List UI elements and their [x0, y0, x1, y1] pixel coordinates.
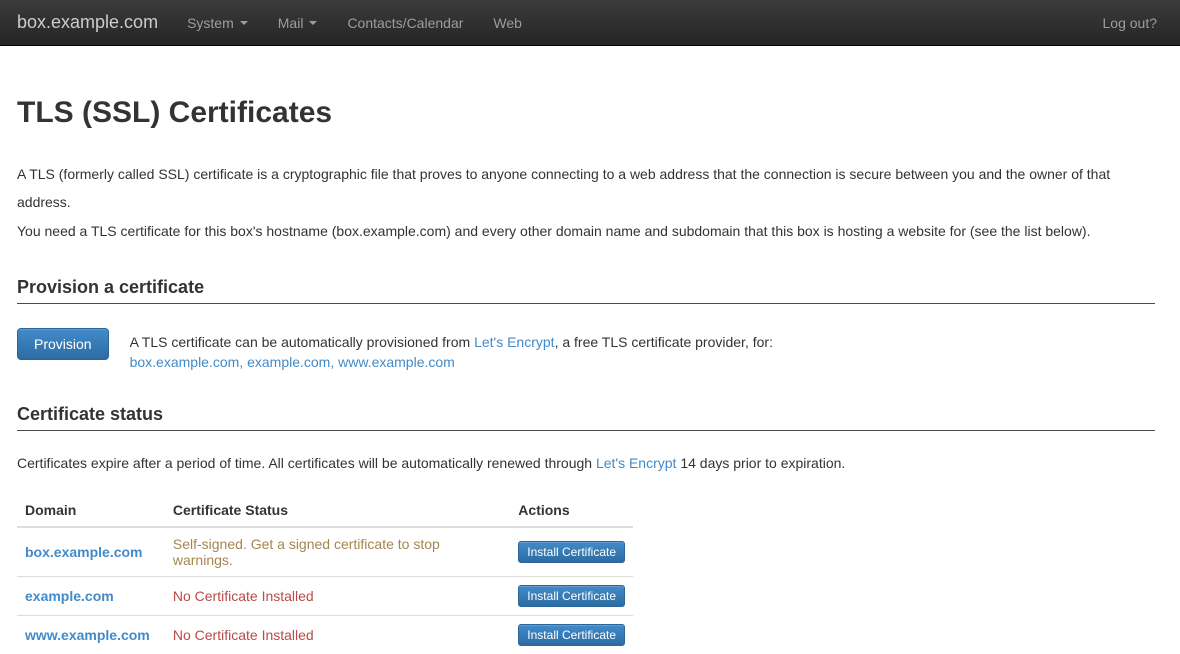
nav-item-label: System: [187, 15, 234, 31]
domain-link[interactable]: example.com: [25, 588, 114, 604]
top-navbar: box.example.com System Mail Contacts/Cal…: [0, 0, 1180, 46]
certificate-status-text: Self-signed. Get a signed certificate to…: [173, 536, 440, 568]
provision-domains: box.example.com, example.com, www.exampl…: [130, 352, 773, 372]
caret-down-icon: [309, 21, 317, 25]
provision-row: Provision A TLS certificate can be autom…: [17, 328, 1155, 372]
lets-encrypt-link[interactable]: Let's Encrypt: [596, 455, 677, 471]
nav-item-contacts-calendar[interactable]: Contacts/Calendar: [332, 0, 478, 46]
domain-link[interactable]: box.example.com: [25, 544, 143, 560]
provision-section-heading: Provision a certificate: [17, 277, 1155, 304]
provision-description: A TLS certificate can be automatically p…: [130, 328, 773, 372]
install-certificate-button[interactable]: Install Certificate: [518, 541, 625, 563]
expiration-note: Certificates expire after a period of ti…: [17, 453, 1155, 473]
domain-link[interactable]: www.example.com: [25, 627, 150, 643]
navbar-brand[interactable]: box.example.com: [17, 12, 158, 33]
nav-item-system[interactable]: System: [172, 0, 263, 46]
install-certificate-button[interactable]: Install Certificate: [518, 585, 625, 607]
table-header-row: Domain Certificate Status Actions: [17, 494, 633, 527]
intro-paragraphs: A TLS (formerly called SSL) certificate …: [17, 160, 1155, 245]
provision-text-before: A TLS certificate can be automatically p…: [130, 334, 474, 350]
expiration-text-after: 14 days prior to expiration.: [676, 455, 845, 471]
expiration-text-before: Certificates expire after a period of ti…: [17, 455, 596, 471]
page-content: TLS (SSL) Certificates A TLS (formerly c…: [0, 96, 1180, 654]
provision-text-after: , a free TLS certificate provider, for:: [555, 334, 773, 350]
provision-domains-links[interactable]: box.example.com, example.com, www.exampl…: [130, 354, 455, 370]
table-row: example.com No Certificate Installed Ins…: [17, 577, 633, 616]
navbar-right: Log out?: [1088, 0, 1164, 46]
column-header-certificate-status: Certificate Status: [165, 494, 510, 527]
table-row: box.example.com Self-signed. Get a signe…: [17, 527, 633, 577]
caret-down-icon: [240, 21, 248, 25]
column-header-domain: Domain: [17, 494, 165, 527]
nav-item-label: Contacts/Calendar: [347, 15, 463, 31]
provision-button[interactable]: Provision: [17, 328, 109, 360]
nav-item-web[interactable]: Web: [478, 0, 537, 46]
column-header-actions: Actions: [510, 494, 633, 527]
table-row: www.example.com No Certificate Installed…: [17, 616, 633, 654]
certificate-status-text: No Certificate Installed: [173, 627, 314, 643]
page-title: TLS (SSL) Certificates: [17, 96, 1155, 130]
certificate-status-text: No Certificate Installed: [173, 588, 314, 604]
lets-encrypt-link[interactable]: Let's Encrypt: [474, 334, 555, 350]
intro-paragraph-2: You need a TLS certificate for this box'…: [17, 217, 1155, 245]
intro-paragraph-1: A TLS (formerly called SSL) certificate …: [17, 160, 1155, 216]
provision-line-1: A TLS certificate can be automatically p…: [130, 332, 773, 352]
nav-item-label: Mail: [278, 15, 304, 31]
nav-item-label: Web: [493, 15, 522, 31]
certificate-table: Domain Certificate Status Actions box.ex…: [17, 494, 633, 654]
status-section-heading: Certificate status: [17, 404, 1155, 431]
install-certificate-button[interactable]: Install Certificate: [518, 624, 625, 646]
logout-link[interactable]: Log out?: [1088, 0, 1164, 46]
nav-item-mail[interactable]: Mail: [263, 0, 333, 46]
